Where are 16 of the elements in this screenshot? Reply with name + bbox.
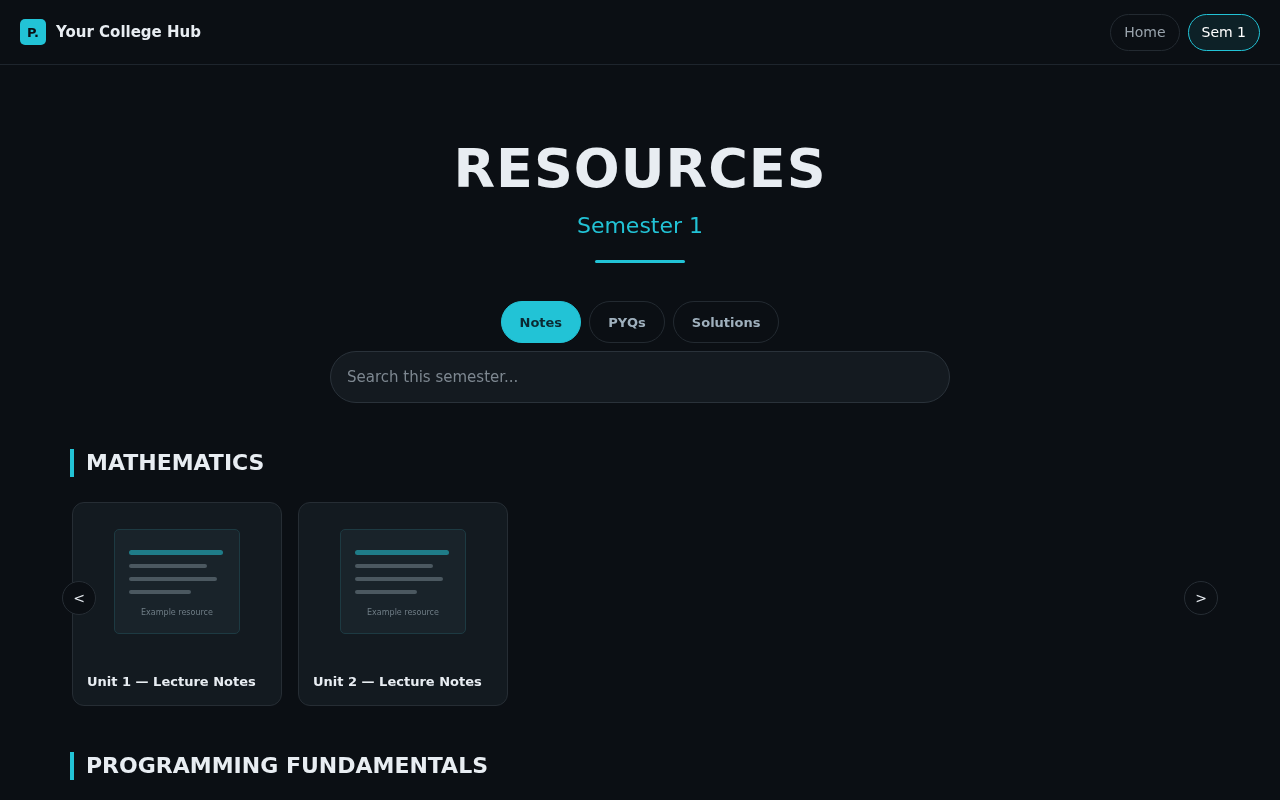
previous-button[interactable]: < bbox=[62, 581, 96, 615]
next-button[interactable]: > bbox=[1184, 581, 1218, 615]
logo: P. bbox=[20, 19, 46, 45]
page-title: RESOURCES bbox=[453, 137, 827, 201]
preview-caption: Example resource bbox=[141, 608, 213, 617]
nav-link[interactable]: Sem 1 bbox=[1187, 13, 1260, 51]
section-heading: PROGRAMMING FUNDAMENTALS bbox=[70, 752, 1210, 780]
search-field[interactable]: Search this semester... bbox=[330, 351, 950, 403]
preview-caption: Example resource bbox=[367, 608, 439, 617]
section-heading: MATHEMATICS bbox=[70, 449, 1210, 477]
card-title: Unit 1 — Lecture Notes bbox=[87, 674, 256, 689]
resource-card[interactable]: Example resource Unit 2 — Lecture Notes bbox=[298, 502, 508, 706]
tab[interactable]: Notes bbox=[500, 301, 582, 343]
page-subtitle: Semester 1 bbox=[576, 213, 704, 238]
card-title: Unit 2 — Lecture Notes bbox=[313, 674, 482, 689]
site-title: Your College Hub bbox=[56, 23, 201, 41]
